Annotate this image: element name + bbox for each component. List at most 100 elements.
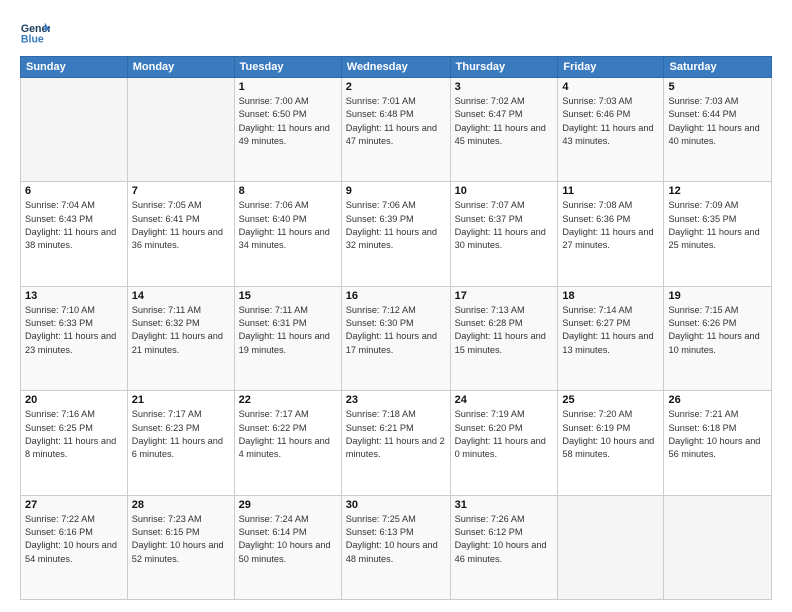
day-number: 18 [562, 290, 659, 302]
day-number: 8 [239, 185, 337, 197]
calendar-cell: 29 Sunrise: 7:24 AM Sunset: 6:14 PM Dayli… [234, 495, 341, 599]
day-info: Sunrise: 7:04 AM Sunset: 6:43 PM Dayligh… [25, 199, 123, 252]
day-info: Sunrise: 7:07 AM Sunset: 6:37 PM Dayligh… [455, 199, 554, 252]
day-info: Sunrise: 7:03 AM Sunset: 6:44 PM Dayligh… [668, 95, 767, 148]
day-info: Sunrise: 7:13 AM Sunset: 6:28 PM Dayligh… [455, 304, 554, 357]
calendar-week-5: 27 Sunrise: 7:22 AM Sunset: 6:16 PM Dayli… [21, 495, 772, 599]
day-number: 19 [668, 290, 767, 302]
day-number: 27 [25, 499, 123, 511]
calendar-header-wednesday: Wednesday [341, 57, 450, 78]
calendar-cell [558, 495, 664, 599]
calendar-cell: 14 Sunrise: 7:11 AM Sunset: 6:32 PM Dayli… [127, 286, 234, 390]
day-number: 9 [346, 185, 446, 197]
logo-icon: General Blue [20, 18, 50, 48]
calendar-cell: 20 Sunrise: 7:16 AM Sunset: 6:25 PM Dayli… [21, 391, 128, 495]
day-number: 11 [562, 185, 659, 197]
day-number: 20 [25, 394, 123, 406]
day-info: Sunrise: 7:12 AM Sunset: 6:30 PM Dayligh… [346, 304, 446, 357]
day-number: 14 [132, 290, 230, 302]
day-info: Sunrise: 7:18 AM Sunset: 6:21 PM Dayligh… [346, 408, 446, 461]
day-number: 26 [668, 394, 767, 406]
calendar-cell: 23 Sunrise: 7:18 AM Sunset: 6:21 PM Dayli… [341, 391, 450, 495]
calendar-cell: 9 Sunrise: 7:06 AM Sunset: 6:39 PM Daylig… [341, 182, 450, 286]
calendar-week-2: 6 Sunrise: 7:04 AM Sunset: 6:43 PM Daylig… [21, 182, 772, 286]
day-number: 5 [668, 81, 767, 93]
calendar-cell: 16 Sunrise: 7:12 AM Sunset: 6:30 PM Dayli… [341, 286, 450, 390]
calendar-cell: 2 Sunrise: 7:01 AM Sunset: 6:48 PM Daylig… [341, 78, 450, 182]
day-number: 6 [25, 185, 123, 197]
day-info: Sunrise: 7:22 AM Sunset: 6:16 PM Dayligh… [25, 513, 123, 566]
day-number: 10 [455, 185, 554, 197]
day-info: Sunrise: 7:19 AM Sunset: 6:20 PM Dayligh… [455, 408, 554, 461]
calendar-cell: 6 Sunrise: 7:04 AM Sunset: 6:43 PM Daylig… [21, 182, 128, 286]
calendar-week-1: 1Sunrise: 7:00 AM Sunset: 6:50 PM Daylig… [21, 78, 772, 182]
calendar-cell: 12 Sunrise: 7:09 AM Sunset: 6:35 PM Dayli… [664, 182, 772, 286]
day-number: 28 [132, 499, 230, 511]
day-info: Sunrise: 7:17 AM Sunset: 6:23 PM Dayligh… [132, 408, 230, 461]
calendar-cell: 10 Sunrise: 7:07 AM Sunset: 6:37 PM Dayli… [450, 182, 558, 286]
page: General Blue SundayMondayTuesdayWednesda… [0, 0, 792, 612]
day-info: Sunrise: 7:01 AM Sunset: 6:48 PM Dayligh… [346, 95, 446, 148]
day-info: Sunrise: 7:02 AM Sunset: 6:47 PM Dayligh… [455, 95, 554, 148]
day-number: 7 [132, 185, 230, 197]
day-number: 4 [562, 81, 659, 93]
calendar-cell: 28Sunrise: 7:23 AM Sunset: 6:15 PM Dayli… [127, 495, 234, 599]
logo: General Blue [20, 18, 54, 48]
calendar-week-4: 20 Sunrise: 7:16 AM Sunset: 6:25 PM Dayli… [21, 391, 772, 495]
day-number: 2 [346, 81, 446, 93]
day-info: Sunrise: 7:15 AM Sunset: 6:26 PM Dayligh… [668, 304, 767, 357]
day-info: Sunrise: 7:11 AM Sunset: 6:31 PM Dayligh… [239, 304, 337, 357]
calendar-header-friday: Friday [558, 57, 664, 78]
day-number: 23 [346, 394, 446, 406]
day-info: Sunrise: 7:14 AM Sunset: 6:27 PM Dayligh… [562, 304, 659, 357]
calendar-cell: 27 Sunrise: 7:22 AM Sunset: 6:16 PM Dayli… [21, 495, 128, 599]
calendar-cell: 25Sunrise: 7:20 AM Sunset: 6:19 PM Dayli… [558, 391, 664, 495]
calendar-cell: 26Sunrise: 7:21 AM Sunset: 6:18 PM Dayli… [664, 391, 772, 495]
day-info: Sunrise: 7:03 AM Sunset: 6:46 PM Dayligh… [562, 95, 659, 148]
calendar-cell: 11 Sunrise: 7:08 AM Sunset: 6:36 PM Dayli… [558, 182, 664, 286]
calendar-week-3: 13 Sunrise: 7:10 AM Sunset: 6:33 PM Dayli… [21, 286, 772, 390]
day-info: Sunrise: 7:10 AM Sunset: 6:33 PM Dayligh… [25, 304, 123, 357]
calendar-cell: 18 Sunrise: 7:14 AM Sunset: 6:27 PM Dayli… [558, 286, 664, 390]
calendar-header-sunday: Sunday [21, 57, 128, 78]
day-number: 1 [239, 81, 337, 93]
calendar-header-saturday: Saturday [664, 57, 772, 78]
day-number: 22 [239, 394, 337, 406]
day-info: Sunrise: 7:08 AM Sunset: 6:36 PM Dayligh… [562, 199, 659, 252]
calendar-cell: 22 Sunrise: 7:17 AM Sunset: 6:22 PM Dayli… [234, 391, 341, 495]
day-info: Sunrise: 7:09 AM Sunset: 6:35 PM Dayligh… [668, 199, 767, 252]
day-number: 16 [346, 290, 446, 302]
day-number: 12 [668, 185, 767, 197]
calendar-cell: 3 Sunrise: 7:02 AM Sunset: 6:47 PM Daylig… [450, 78, 558, 182]
calendar-cell: 13 Sunrise: 7:10 AM Sunset: 6:33 PM Dayli… [21, 286, 128, 390]
day-info: Sunrise: 7:06 AM Sunset: 6:40 PM Dayligh… [239, 199, 337, 252]
day-info: Sunrise: 7:25 AM Sunset: 6:13 PM Dayligh… [346, 513, 446, 566]
day-number: 24 [455, 394, 554, 406]
day-info: Sunrise: 7:20 AM Sunset: 6:19 PM Dayligh… [562, 408, 659, 461]
calendar-cell: 4 Sunrise: 7:03 AM Sunset: 6:46 PM Daylig… [558, 78, 664, 182]
header: General Blue [20, 18, 772, 48]
day-number: 17 [455, 290, 554, 302]
day-info: Sunrise: 7:16 AM Sunset: 6:25 PM Dayligh… [25, 408, 123, 461]
calendar-cell [127, 78, 234, 182]
day-number: 29 [239, 499, 337, 511]
day-info: Sunrise: 7:06 AM Sunset: 6:39 PM Dayligh… [346, 199, 446, 252]
day-info: Sunrise: 7:11 AM Sunset: 6:32 PM Dayligh… [132, 304, 230, 357]
calendar-cell: 30 Sunrise: 7:25 AM Sunset: 6:13 PM Dayli… [341, 495, 450, 599]
calendar-cell [21, 78, 128, 182]
day-info: Sunrise: 7:17 AM Sunset: 6:22 PM Dayligh… [239, 408, 337, 461]
day-number: 13 [25, 290, 123, 302]
calendar-cell: 5 Sunrise: 7:03 AM Sunset: 6:44 PM Daylig… [664, 78, 772, 182]
calendar: SundayMondayTuesdayWednesdayThursdayFrid… [20, 56, 772, 600]
svg-text:Blue: Blue [21, 34, 44, 46]
day-number: 30 [346, 499, 446, 511]
day-info: Sunrise: 7:24 AM Sunset: 6:14 PM Dayligh… [239, 513, 337, 566]
calendar-header-row: SundayMondayTuesdayWednesdayThursdayFrid… [21, 57, 772, 78]
calendar-cell: 15Sunrise: 7:11 AM Sunset: 6:31 PM Dayli… [234, 286, 341, 390]
calendar-cell: 7Sunrise: 7:05 AM Sunset: 6:41 PM Daylig… [127, 182, 234, 286]
day-number: 21 [132, 394, 230, 406]
day-number: 3 [455, 81, 554, 93]
calendar-cell: 1Sunrise: 7:00 AM Sunset: 6:50 PM Daylig… [234, 78, 341, 182]
calendar-cell: 8 Sunrise: 7:06 AM Sunset: 6:40 PM Daylig… [234, 182, 341, 286]
calendar-cell: 21 Sunrise: 7:17 AM Sunset: 6:23 PM Dayli… [127, 391, 234, 495]
